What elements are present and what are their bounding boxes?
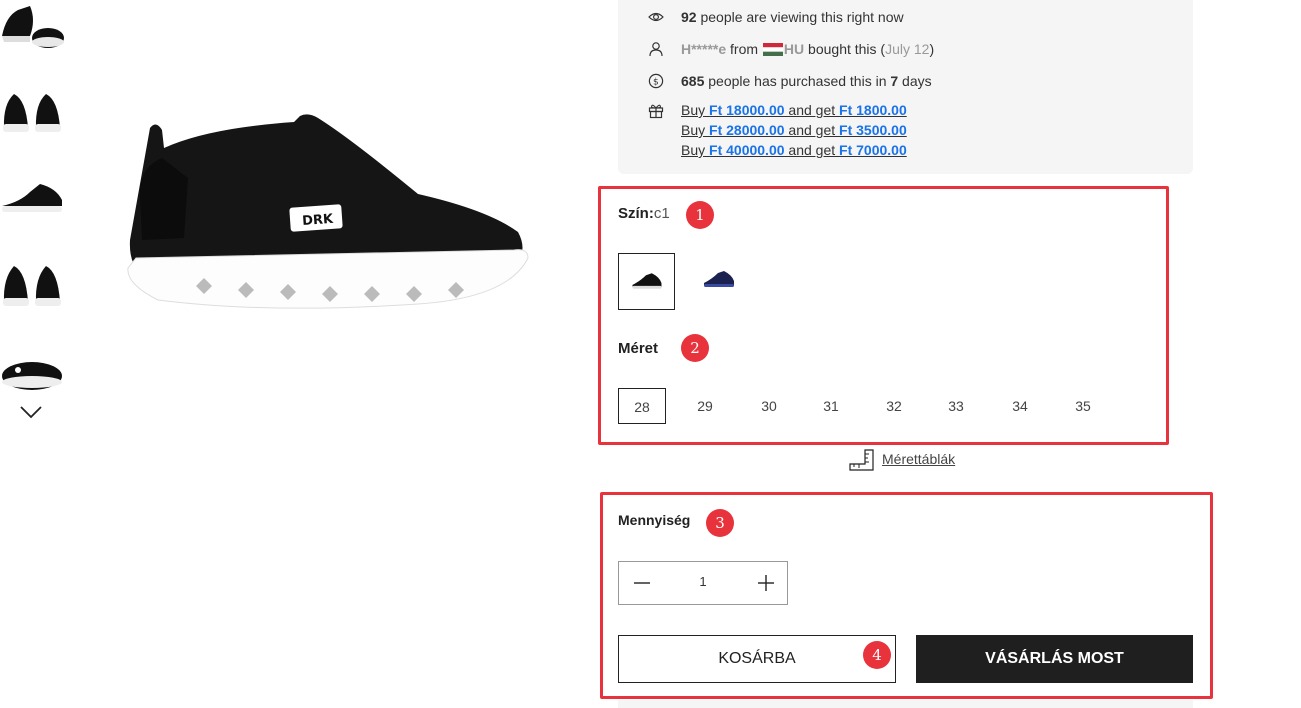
minus-icon[interactable]: [631, 572, 653, 594]
hungary-flag-icon: [762, 43, 783, 56]
thumbnail-4[interactable]: [0, 254, 64, 314]
svg-text:$: $: [653, 78, 659, 88]
thumbnail-3[interactable]: [0, 168, 64, 228]
color-label: Szín:c1: [618, 205, 670, 222]
chevron-down-icon[interactable]: [18, 402, 44, 422]
quantity-label: Mennyiség: [618, 512, 691, 528]
viewers-row: 92 people are viewing this right now: [648, 4, 1193, 36]
quantity-input[interactable]: 1: [679, 574, 727, 589]
size-option-29[interactable]: 29: [681, 388, 729, 424]
size-option-34[interactable]: 34: [996, 388, 1044, 424]
size-option-35[interactable]: 35: [1059, 388, 1107, 424]
color-swatch-navy[interactable]: [690, 253, 747, 310]
annotation-badge-3: 3: [706, 509, 734, 537]
viewers-text: 92 people are viewing this right now: [681, 9, 904, 25]
eye-icon: [648, 12, 664, 22]
offer-link-3[interactable]: Buy Ft 40000.00 and get Ft 7000.00: [681, 140, 907, 160]
user-icon: [649, 42, 663, 57]
quantity-stepper: 1: [618, 561, 788, 605]
buy-now-button[interactable]: VÁSÁRLÁS MOST: [916, 635, 1193, 683]
next-section-edge: [618, 700, 1193, 708]
offer-list: Buy Ft 18000.00 and get Ft 1800.00 Buy F…: [681, 100, 907, 160]
thumbnail-2[interactable]: [0, 82, 64, 142]
size-option-33[interactable]: 33: [932, 388, 980, 424]
gift-icon: [648, 104, 664, 119]
color-swatch-black[interactable]: [618, 253, 675, 310]
ruler-icon: [849, 449, 874, 471]
recent-buyer-text: H*****e from HU bought this (July 12): [681, 41, 935, 57]
offer-link-2[interactable]: Buy Ft 28000.00 and get Ft 3500.00: [681, 120, 907, 140]
annotation-badge-2: 2: [681, 334, 709, 362]
annotation-badge-1: 1: [686, 201, 714, 229]
dollar-coin-icon: $: [648, 73, 664, 89]
offers-row: Buy Ft 18000.00 and get Ft 1800.00 Buy F…: [648, 100, 1193, 164]
thumbnail-1[interactable]: [0, 0, 64, 56]
plus-icon[interactable]: [755, 572, 777, 594]
size-option-32[interactable]: 32: [870, 388, 918, 424]
social-proof-panel: 92 people are viewing this right now H**…: [618, 0, 1193, 174]
thumbnail-5[interactable]: [0, 340, 64, 400]
product-main-image: DRK: [127, 114, 529, 309]
svg-text:DRK: DRK: [302, 212, 335, 229]
size-chart-label[interactable]: Mérettáblák: [882, 451, 955, 467]
add-to-cart-button[interactable]: KOSÁRBA: [618, 635, 896, 683]
size-option-30[interactable]: 30: [745, 388, 793, 424]
annotation-badge-4: 4: [863, 641, 891, 669]
size-option-31[interactable]: 31: [807, 388, 855, 424]
purchases-row: $ 685 people has purchased this in 7 day…: [648, 68, 1193, 100]
size-label: Méret: [618, 340, 659, 357]
purchases-text: 685 people has purchased this in 7 days: [681, 73, 932, 89]
offer-link-1[interactable]: Buy Ft 18000.00 and get Ft 1800.00: [681, 100, 907, 120]
recent-buyer-row: H*****e from HU bought this (July 12): [649, 36, 1193, 68]
size-option-28[interactable]: 28: [618, 388, 666, 424]
